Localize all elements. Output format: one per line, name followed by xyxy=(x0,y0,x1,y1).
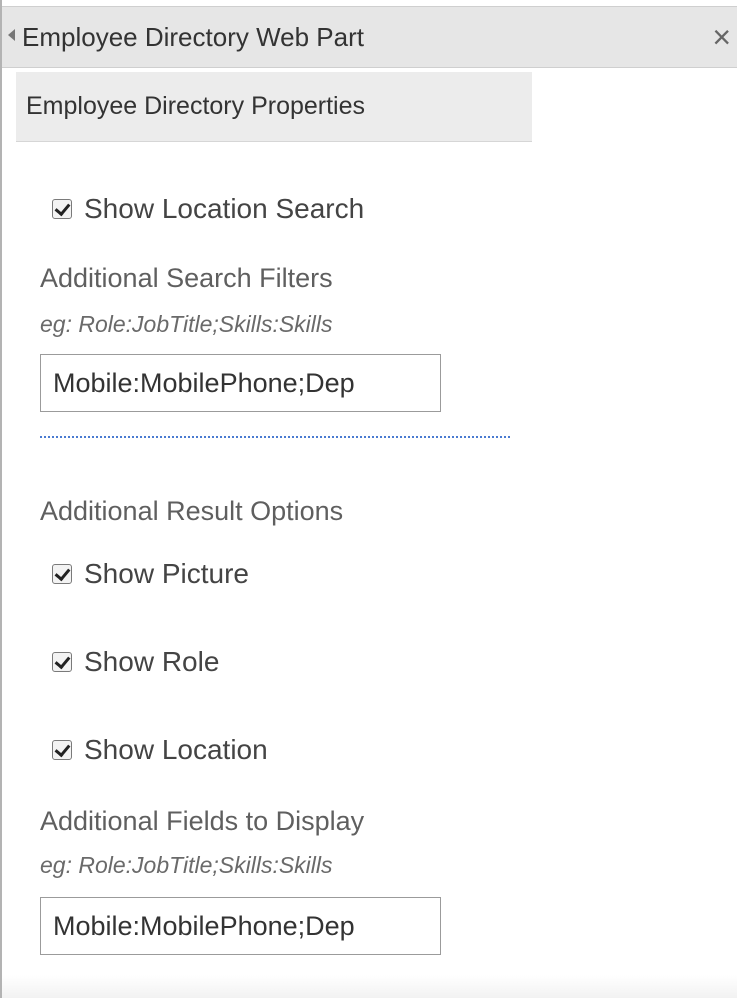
show-location-checkbox[interactable] xyxy=(52,740,72,760)
show-role-option[interactable]: Show Role xyxy=(52,645,219,679)
properties-section-header[interactable]: Employee Directory Properties xyxy=(16,72,532,142)
search-filters-label: Additional Search Filters xyxy=(40,263,333,293)
search-filters-input-box[interactable] xyxy=(40,354,441,412)
show-picture-checkbox[interactable] xyxy=(52,564,72,584)
show-role-checkbox[interactable] xyxy=(52,652,72,672)
tool-pane-header: Employee Directory Web Part × xyxy=(2,6,737,68)
close-icon[interactable]: × xyxy=(712,17,731,57)
fields-display-label: Additional Fields to Display xyxy=(40,806,365,836)
fields-display-input-box[interactable] xyxy=(40,897,441,955)
tool-pane-title: Employee Directory Web Part xyxy=(22,22,364,52)
collapse-arrow-icon[interactable] xyxy=(8,29,15,41)
search-filters-hint: eg: Role:JobTitle;Skills:Skills xyxy=(40,311,333,337)
properties-section-title: Employee Directory Properties xyxy=(26,92,366,120)
show-picture-option[interactable]: Show Picture xyxy=(52,557,249,591)
fields-display-input[interactable] xyxy=(41,898,440,954)
show-location-search-checkbox[interactable] xyxy=(52,199,72,219)
show-location-search-option[interactable]: Show Location Search xyxy=(52,192,364,226)
section-divider xyxy=(40,436,510,438)
show-location-option[interactable]: Show Location xyxy=(52,733,268,767)
panel-bottom-edge xyxy=(2,975,737,998)
show-location-search-label: Show Location Search xyxy=(84,193,365,224)
show-role-label: Show Role xyxy=(84,646,220,677)
fields-display-hint: eg: Role:JobTitle;Skills:Skills xyxy=(40,852,333,878)
web-part-tool-pane: Employee Directory Web Part × Employee D… xyxy=(0,0,737,998)
show-location-label: Show Location xyxy=(84,734,268,765)
result-options-label: Additional Result Options xyxy=(40,496,344,526)
search-filters-input[interactable] xyxy=(41,355,440,411)
show-picture-label: Show Picture xyxy=(84,558,249,589)
